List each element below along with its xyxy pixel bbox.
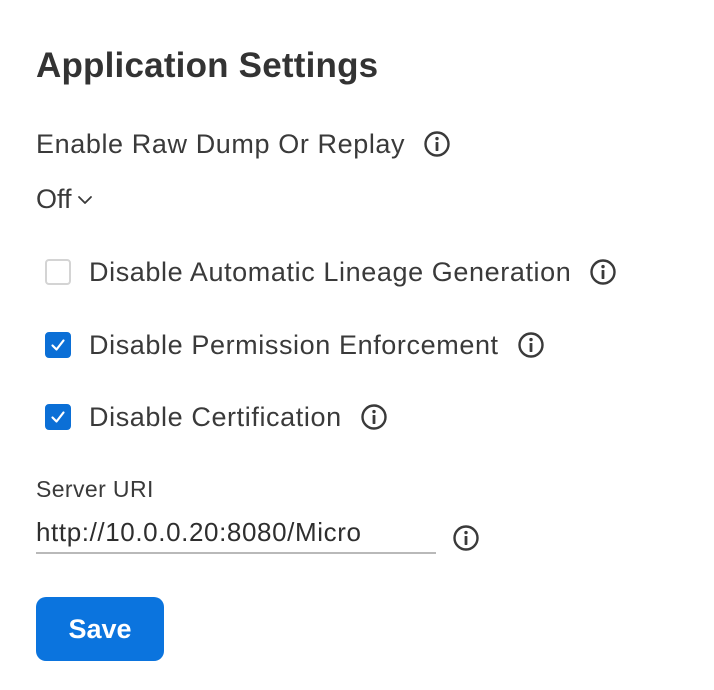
info-icon[interactable] <box>423 130 451 158</box>
checkmark-icon <box>51 339 65 351</box>
checkbox-disable-permission[interactable] <box>45 332 71 358</box>
option-label-lineage: Disable Automatic Lineage Generation <box>89 257 572 287</box>
info-icon[interactable] <box>589 258 617 286</box>
option-row-permission: Disable Permission Enforcement <box>45 329 545 361</box>
raw-dump-label: Enable Raw Dump Or Replay <box>36 129 406 159</box>
option-row-lineage: Disable Automatic Lineage Generation <box>45 256 617 288</box>
checkbox-disable-lineage[interactable] <box>45 259 71 285</box>
chevron-down-icon <box>76 191 94 209</box>
raw-dump-select[interactable]: Off <box>36 183 94 215</box>
checkmark-icon <box>51 411 65 423</box>
save-button[interactable]: Save <box>36 597 164 661</box>
server-uri-label: Server URI <box>36 476 154 502</box>
raw-dump-selected-value: Off <box>36 184 72 214</box>
info-icon[interactable] <box>360 403 388 431</box>
page-title: Application Settings <box>36 46 379 85</box>
info-icon[interactable] <box>517 331 545 359</box>
option-label-permission: Disable Permission Enforcement <box>89 330 499 360</box>
option-row-certification: Disable Certification <box>45 401 388 433</box>
server-uri-input[interactable] <box>36 512 436 554</box>
option-label-certification: Disable Certification <box>89 402 342 432</box>
info-icon[interactable] <box>452 524 480 552</box>
raw-dump-row: Enable Raw Dump Or Replay <box>36 128 451 160</box>
checkbox-disable-certification[interactable] <box>45 404 71 430</box>
